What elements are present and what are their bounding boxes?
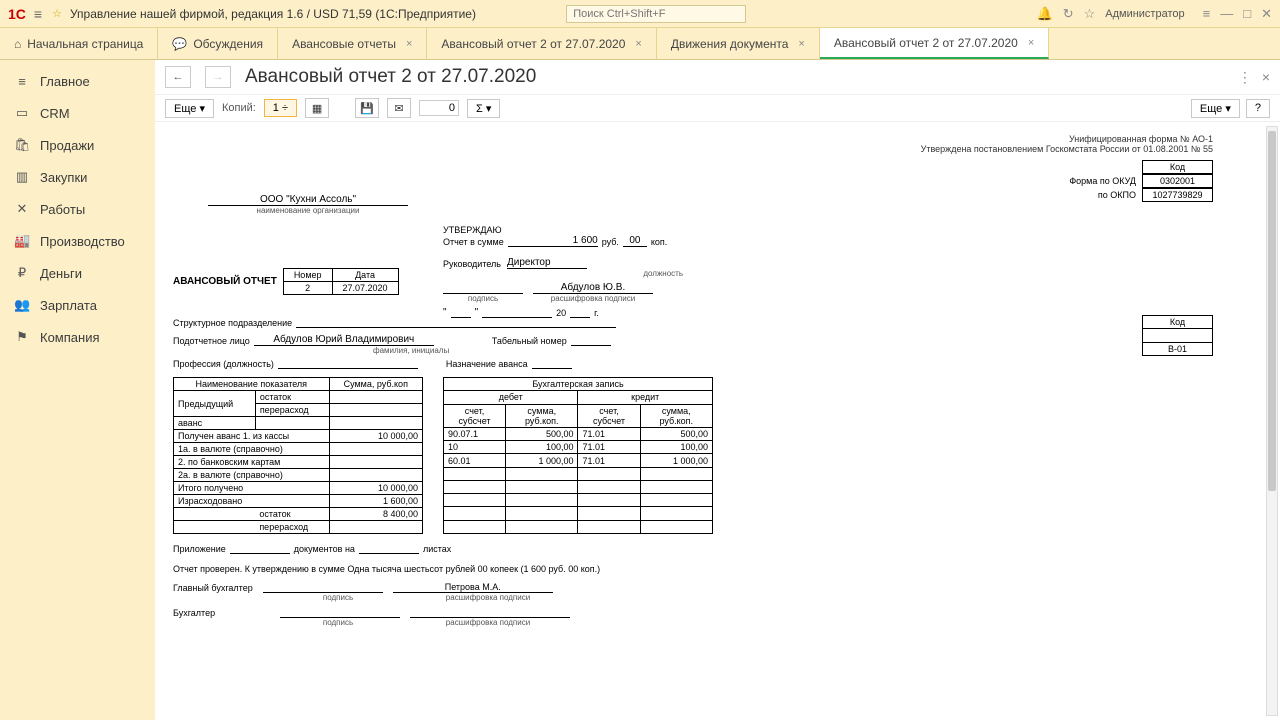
nav-forward[interactable]: → bbox=[205, 66, 231, 88]
chat-icon: 💬 bbox=[172, 37, 187, 51]
copies-label: Копий: bbox=[222, 102, 256, 114]
cart-icon: 🛍 bbox=[14, 137, 30, 153]
okpo-code: 1027739829 bbox=[1143, 189, 1213, 202]
menu-icon[interactable]: ≡ bbox=[34, 6, 42, 22]
checked-line: Отчет проверен. К утверждению в сумме Од… bbox=[173, 564, 1213, 574]
code-header: Код bbox=[1143, 161, 1213, 174]
history-icon[interactable]: ↻ bbox=[1063, 6, 1074, 22]
close-icon[interactable]: ✕ bbox=[1261, 6, 1272, 22]
tabbar: ⌂Начальная страница 💬Обсуждения Авансовы… bbox=[0, 28, 1280, 60]
okud-code: 0302001 bbox=[1143, 175, 1213, 188]
settings-icon[interactable]: ≡ bbox=[1203, 6, 1211, 21]
help-button[interactable]: ? bbox=[1246, 99, 1270, 118]
tab-advance-reports[interactable]: Авансовые отчеты× bbox=[278, 28, 427, 59]
accountable-person: Абдулов Юрий Владимирович bbox=[254, 334, 434, 346]
money-icon: ₽ bbox=[14, 265, 30, 281]
scrollbar[interactable] bbox=[1266, 126, 1278, 716]
tab-report-2-print[interactable]: Авансовый отчет 2 от 27.07.2020× bbox=[820, 28, 1049, 59]
sidebar-item-production[interactable]: 🏭Производство bbox=[0, 225, 155, 257]
accounting-table: Бухгалтерская запись дебеткредит счет, с… bbox=[443, 377, 713, 534]
minimize-icon[interactable]: — bbox=[1220, 6, 1233, 21]
sidebar-item-purchases[interactable]: ▥Закупки bbox=[0, 161, 155, 193]
form-approved: Утверждена постановлением Госкомстата Ро… bbox=[173, 144, 1213, 154]
app-logo: 1C bbox=[8, 6, 26, 22]
sidebar-item-main[interactable]: ≡Главное bbox=[0, 66, 155, 97]
mail-btn[interactable]: ✉ bbox=[387, 98, 411, 118]
crm-icon: ▭ bbox=[14, 105, 30, 121]
barcode-icon: ▥ bbox=[14, 169, 30, 185]
close-tab-icon[interactable]: × bbox=[635, 38, 641, 50]
app-title: Управление нашей фирмой, редакция 1.6 / … bbox=[70, 7, 476, 21]
more-button[interactable]: Еще ▾ bbox=[165, 99, 214, 118]
tab-movements[interactable]: Движения документа× bbox=[657, 28, 820, 59]
tab-report-2[interactable]: Авансовый отчет 2 от 27.07.2020× bbox=[427, 28, 656, 59]
report-heading: АВАНСОВЫЙ ОТЧЕТ bbox=[173, 276, 277, 287]
close-panel-icon[interactable]: × bbox=[1262, 69, 1270, 86]
indicators-table: Наименование показателяСумма, руб.коп Пр… bbox=[173, 377, 423, 534]
nav-back[interactable]: ← bbox=[165, 66, 191, 88]
org-name: ООО "Кухни Ассоль" bbox=[208, 194, 408, 206]
sidebar-item-crm[interactable]: ▭CRM bbox=[0, 97, 155, 129]
tab-home[interactable]: ⌂Начальная страница bbox=[0, 28, 158, 59]
form-number: Унифицированная форма № АО-1 bbox=[173, 134, 1213, 144]
sidebar-item-company[interactable]: ⚑Компания bbox=[0, 321, 155, 353]
close-tab-icon[interactable]: × bbox=[798, 38, 804, 50]
sidebar-item-salary[interactable]: 👥Зарплата bbox=[0, 289, 155, 321]
sidebar-item-money[interactable]: ₽Деньги bbox=[0, 257, 155, 289]
list-icon: ≡ bbox=[14, 74, 30, 89]
sidebar-item-works[interactable]: ✕Работы bbox=[0, 193, 155, 225]
print-toolbar: Еще ▾ Копий: 1 ÷ ▦ 💾 ✉ Σ ▾ Еще ▾ ? bbox=[155, 94, 1280, 122]
close-tab-icon[interactable]: × bbox=[406, 38, 412, 50]
save-btn[interactable]: 💾 bbox=[355, 98, 379, 118]
tools-icon: ✕ bbox=[14, 201, 30, 217]
favorite-icon[interactable]: ☆ bbox=[1084, 6, 1096, 22]
sigma-button[interactable]: Σ ▾ bbox=[467, 99, 500, 118]
sum-input[interactable] bbox=[419, 100, 459, 116]
document-title: Авансовый отчет 2 от 27.07.2020 bbox=[245, 66, 536, 88]
people-icon: 👥 bbox=[14, 297, 30, 313]
star-icon[interactable]: ☆ bbox=[52, 7, 62, 20]
flag-icon: ⚑ bbox=[14, 329, 30, 345]
home-icon: ⌂ bbox=[14, 37, 21, 51]
maximize-icon[interactable]: □ bbox=[1243, 6, 1251, 21]
kebab-icon[interactable]: ⋮ bbox=[1238, 69, 1252, 86]
tab-discussions[interactable]: 💬Обсуждения bbox=[158, 28, 278, 59]
global-search[interactable] bbox=[566, 5, 746, 23]
sidebar-item-sales[interactable]: 🛍Продажи bbox=[0, 129, 155, 161]
more-right-button[interactable]: Еще ▾ bbox=[1191, 99, 1240, 118]
bell-icon[interactable]: 🔔 bbox=[1037, 6, 1053, 22]
factory-icon: 🏭 bbox=[14, 233, 30, 249]
close-tab-icon[interactable]: × bbox=[1028, 37, 1034, 49]
sidebar: ≡Главное ▭CRM 🛍Продажи ▥Закупки ✕Работы … bbox=[0, 60, 155, 720]
user-name[interactable]: Администратор bbox=[1105, 8, 1184, 20]
copies-spinner[interactable]: 1 ÷ bbox=[264, 99, 297, 117]
tab-number: В-01 bbox=[1143, 343, 1213, 356]
report-page: Унифицированная форма № АО-1 Утверждена … bbox=[163, 128, 1223, 647]
grid-btn[interactable]: ▦ bbox=[305, 98, 329, 118]
